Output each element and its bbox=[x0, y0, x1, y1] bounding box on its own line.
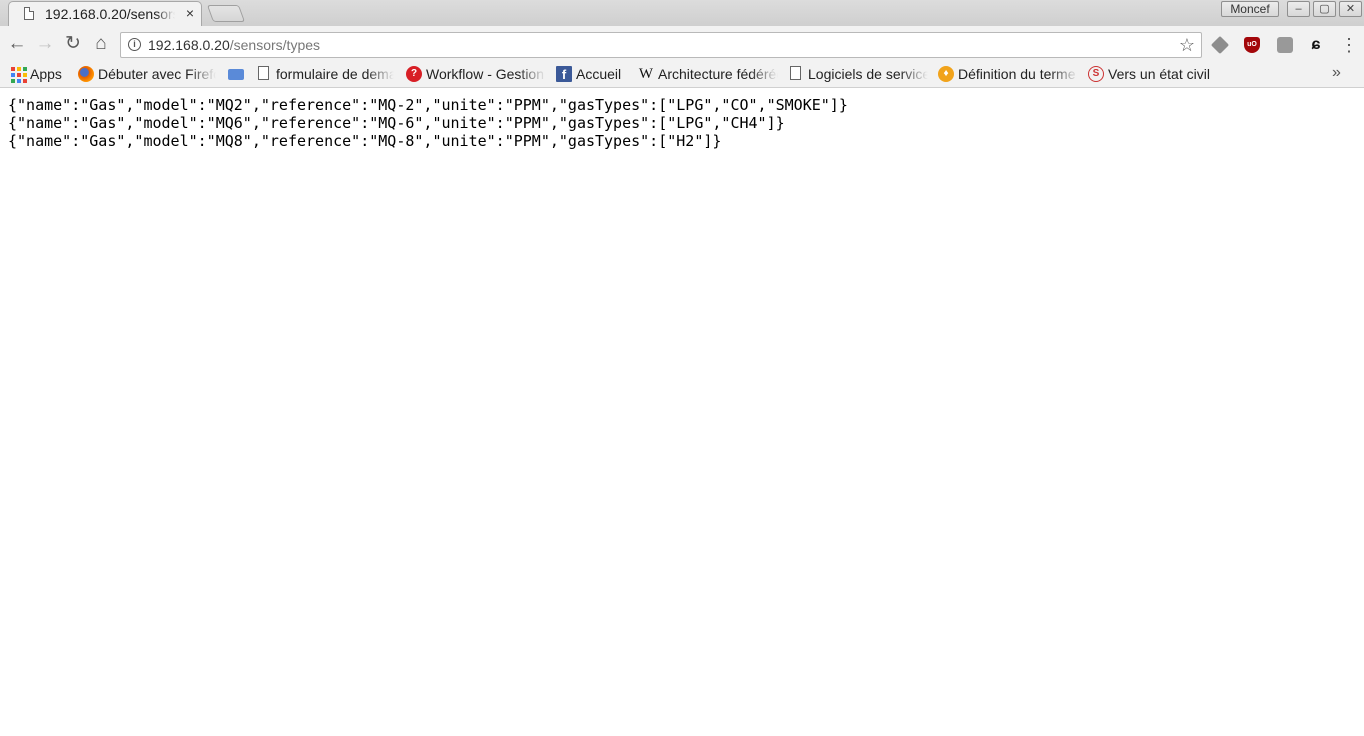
bookmark-label: Débuter avec Firefox bbox=[98, 66, 216, 82]
ublock-icon[interactable]: uO bbox=[1244, 37, 1260, 53]
facebook-icon: f bbox=[556, 66, 572, 82]
bookmark-etat-civil[interactable]: S Vers un état civil bbox=[1088, 65, 1228, 83]
save-icon[interactable] bbox=[1277, 37, 1293, 53]
bookmark-label: Définition du terme bbox=[958, 66, 1076, 82]
more-bookmarks-icon[interactable]: » bbox=[1332, 64, 1341, 82]
profile-button[interactable]: Moncef bbox=[1221, 1, 1279, 17]
gnome-foot-icon[interactable]: ɕ bbox=[1308, 37, 1324, 53]
browser-menu-icon[interactable]: ⋮ bbox=[1340, 35, 1358, 55]
page-content: {"name":"Gas","model":"MQ2","reference":… bbox=[0, 88, 1364, 736]
url-path: /sensors/types bbox=[229, 37, 321, 53]
tab-sensors-types[interactable]: 192.168.0.20/sensors/types × bbox=[8, 1, 202, 26]
bookmark-mail[interactable] bbox=[228, 65, 246, 83]
tab-close-icon[interactable]: × bbox=[183, 5, 197, 21]
workflow-icon: ? bbox=[406, 66, 422, 82]
apps-icon bbox=[10, 66, 27, 83]
document-icon bbox=[790, 66, 801, 80]
home-icon[interactable]: ⌂ bbox=[91, 34, 111, 54]
address-bar[interactable]: i 192.168.0.20/sensors/types ☆ bbox=[120, 32, 1202, 58]
reload-icon[interactable]: ↻ bbox=[63, 34, 83, 54]
bookmark-formulaire[interactable]: formulaire de demande bbox=[256, 65, 394, 83]
json-response: {"name":"Gas","model":"MQ2","reference":… bbox=[8, 96, 848, 150]
close-window-button[interactable]: ✕ bbox=[1339, 1, 1362, 17]
forward-arrow-icon[interactable]: → bbox=[35, 34, 55, 54]
document-icon bbox=[258, 66, 269, 80]
json-line: {"name":"Gas","model":"MQ8","reference":… bbox=[8, 132, 722, 150]
tab-title: 192.168.0.20/sensors/types bbox=[45, 6, 175, 22]
lightbulb-icon: ♦ bbox=[938, 66, 954, 82]
tab-strip: 192.168.0.20/sensors/types × Moncef – ▢ … bbox=[0, 0, 1364, 26]
toolbar: ← → ↻ ⌂ i 192.168.0.20/sensors/types ☆ u… bbox=[0, 26, 1364, 62]
bookmark-star-icon[interactable]: ☆ bbox=[1179, 35, 1195, 55]
json-line: {"name":"Gas","model":"MQ2","reference":… bbox=[8, 96, 848, 114]
layers-icon[interactable] bbox=[1210, 35, 1230, 55]
bookmark-apps[interactable]: Apps bbox=[10, 65, 70, 83]
bookmark-label: formulaire de demande bbox=[276, 66, 394, 82]
json-line: {"name":"Gas","model":"MQ6","reference":… bbox=[8, 114, 785, 132]
bookmark-debuter-firefox[interactable]: Débuter avec Firefox bbox=[78, 65, 216, 83]
site-info-icon[interactable]: i bbox=[128, 38, 141, 51]
maximize-button[interactable]: ▢ bbox=[1313, 1, 1336, 17]
mail-icon bbox=[228, 69, 244, 80]
bookmark-architecture[interactable]: W Architecture fédérée bbox=[638, 65, 778, 83]
wikipedia-icon: W bbox=[638, 66, 654, 82]
bookmark-label: Accueil bbox=[576, 66, 622, 82]
url-host: 192.168.0.20 bbox=[148, 37, 230, 53]
page-icon bbox=[24, 7, 34, 20]
minimize-button[interactable]: – bbox=[1287, 1, 1310, 17]
bookmark-label: Logiciels de service bbox=[808, 66, 928, 82]
bookmarks-bar: Apps Débuter avec Firefox formulaire de … bbox=[0, 62, 1364, 88]
new-tab-button[interactable] bbox=[206, 5, 246, 22]
browser-chrome: 192.168.0.20/sensors/types × Moncef – ▢ … bbox=[0, 0, 1364, 88]
url-text[interactable]: 192.168.0.20/sensors/types bbox=[148, 37, 320, 53]
firefox-icon bbox=[78, 66, 94, 82]
bookmark-definition[interactable]: ♦ Définition du terme bbox=[938, 65, 1078, 83]
bookmark-label: Workflow - Gestion bbox=[426, 66, 544, 82]
bookmark-label: Vers un état civil bbox=[1108, 66, 1210, 82]
back-arrow-icon[interactable]: ← bbox=[7, 34, 27, 54]
bookmark-label: Apps bbox=[30, 66, 62, 82]
bookmark-accueil[interactable]: f Accueil bbox=[556, 65, 628, 83]
s-logo-icon: S bbox=[1088, 66, 1104, 82]
bookmark-logiciels[interactable]: Logiciels de service bbox=[788, 65, 928, 83]
bookmark-label: Architecture fédérée bbox=[658, 66, 778, 82]
bookmark-workflow[interactable]: ? Workflow - Gestion bbox=[406, 65, 546, 83]
